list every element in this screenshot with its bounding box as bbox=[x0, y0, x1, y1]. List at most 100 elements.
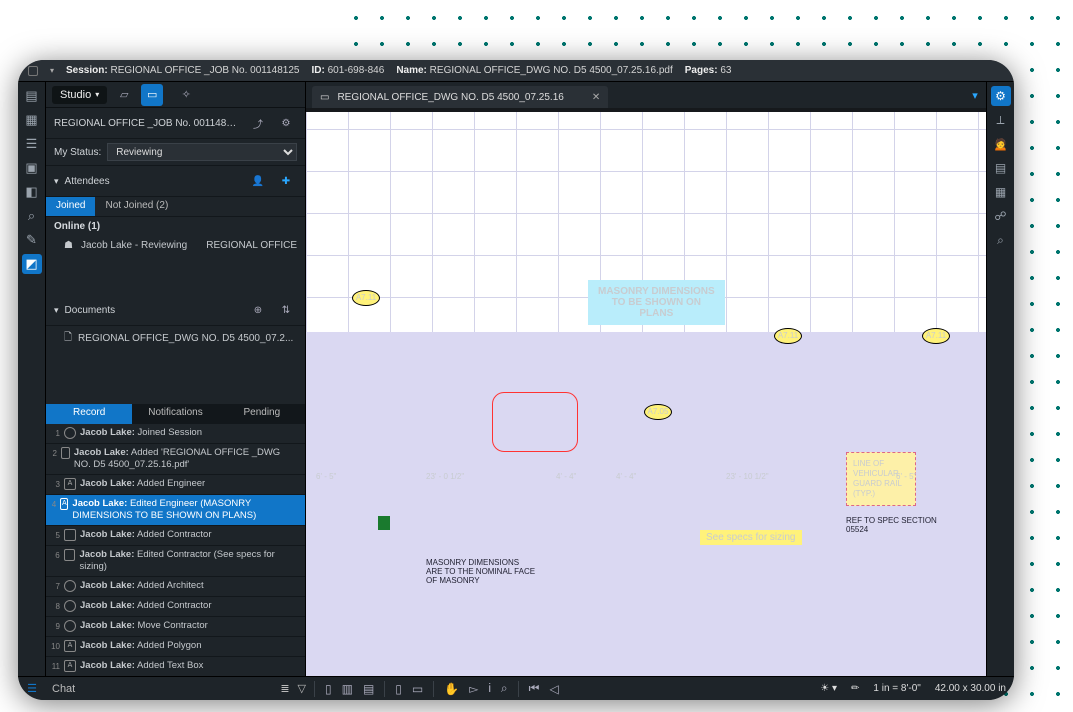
wand-icon[interactable]: ✧ bbox=[175, 84, 197, 106]
split-v-icon[interactable]: ▥ bbox=[342, 682, 353, 696]
markups-list-icon[interactable]: ☰ bbox=[18, 682, 46, 695]
dimmer-icon[interactable]: ☀ ▾ bbox=[820, 683, 837, 694]
spec-callout[interactable]: See specs for sizing bbox=[700, 530, 802, 545]
tab-not-joined[interactable]: Not Joined (2) bbox=[95, 197, 178, 216]
studio-dropdown[interactable]: Studio ▾ bbox=[52, 86, 107, 104]
person-icon: ☗ bbox=[64, 240, 73, 251]
studio-icon[interactable]: ◩ bbox=[22, 254, 42, 274]
record-list[interactable]: 1Jacob Lake: Joined Session2Jacob Lake: … bbox=[46, 424, 305, 676]
unsplit-v-icon[interactable]: ▯ bbox=[395, 682, 402, 696]
page-size-readout: 42.00 x 30.00 in bbox=[935, 683, 1006, 694]
add-doc-icon[interactable]: ⊕ bbox=[247, 299, 269, 321]
ref-note: REF TO SPEC SECTION 05524 bbox=[846, 516, 956, 534]
document-item[interactable]: 🗋 REGIONAL OFFICE_DWG NO. D5 4500_07.2..… bbox=[46, 326, 305, 351]
sticky-note[interactable] bbox=[378, 516, 390, 530]
tab-pending[interactable]: Pending bbox=[219, 404, 305, 424]
zoom-icon[interactable]: ⌕ bbox=[501, 681, 508, 696]
marker-a711-3: A7.11 bbox=[922, 328, 950, 344]
invite-icon[interactable]: ✚ bbox=[275, 170, 297, 192]
pages-label: Pages: bbox=[685, 65, 718, 76]
calibrate-icon[interactable]: ✏ bbox=[851, 683, 859, 694]
name-label: Name: bbox=[396, 65, 427, 76]
record-row[interactable]: 7Jacob Lake: Added Architect bbox=[46, 577, 305, 597]
projects-icon[interactable]: ▱ bbox=[113, 84, 135, 106]
dim-d: 4' - 4" bbox=[616, 472, 636, 481]
forms-icon[interactable]: ✎ bbox=[22, 230, 42, 250]
online-heading: Online (1) bbox=[46, 217, 305, 236]
list-icon[interactable]: ≣ bbox=[280, 682, 289, 695]
first-page-icon[interactable]: ⏮ bbox=[529, 681, 540, 696]
documents-header[interactable]: ▾Documents ⊕ ⇅ bbox=[46, 295, 305, 326]
measure-icon[interactable]: ⟂ bbox=[991, 110, 1011, 130]
record-row[interactable]: 10AJacob Lake: Added Polygon bbox=[46, 637, 305, 657]
studio-panel: Studio ▾ ▱ ▭ ✧ REGIONAL OFFICE _JOB No. … bbox=[46, 82, 306, 676]
viewport[interactable]: MASONRY DIMENSIONS TO BE SHOWN ON PLANS … bbox=[306, 108, 986, 676]
project-name: REGIONAL OFFICE _JOB No. 001148125 - 601… bbox=[54, 118, 241, 129]
record-row[interactable]: 1Jacob Lake: Joined Session bbox=[46, 424, 305, 444]
masonry-callout: MASONRY DIMENSIONS TO BE SHOWN ON PLANS bbox=[588, 280, 725, 325]
dim-e: 23' - 10 1/2" bbox=[726, 472, 769, 481]
right-rail: ⚙ ⟂ 🙍 ▤ ▦ ☍ ⌕ bbox=[986, 82, 1014, 676]
chevron-down-icon[interactable]: ▾ bbox=[50, 66, 54, 75]
record-row[interactable]: 5Jacob Lake: Added Contractor bbox=[46, 526, 305, 546]
single-page-icon[interactable]: ▯ bbox=[325, 682, 332, 696]
gear-icon[interactable]: ⚙ bbox=[991, 86, 1011, 106]
attendees-header[interactable]: ▾Attendees 👤 ✚ bbox=[46, 166, 305, 197]
attendee-tabs: Joined Not Joined (2) bbox=[46, 197, 305, 217]
record-row[interactable]: 8Jacob Lake: Added Contractor bbox=[46, 597, 305, 617]
document-tab[interactable]: ▭ REGIONAL OFFICE_DWG NO. D5 4500_07.25.… bbox=[312, 86, 608, 108]
user-icon[interactable]: 🙍 bbox=[991, 134, 1011, 154]
status-label: My Status: bbox=[54, 147, 101, 158]
record-row[interactable]: 6Jacob Lake: Edited Contractor (See spec… bbox=[46, 546, 305, 577]
scale-readout[interactable]: 1 in = 8'-0" bbox=[873, 683, 920, 694]
doc-icon: 🗋 bbox=[64, 330, 72, 347]
select-icon[interactable]: ▻ bbox=[469, 682, 478, 696]
doc-tab-label: REGIONAL OFFICE_DWG NO. D5 4500_07.25.16 bbox=[337, 92, 563, 103]
record-row[interactable]: 11AJacob Lake: Added Text Box bbox=[46, 657, 305, 676]
select-text-icon[interactable]: Ꭵ bbox=[488, 681, 490, 696]
session-label: Session: bbox=[66, 65, 108, 76]
sort-icon[interactable]: ⇅ bbox=[275, 299, 297, 321]
record-row[interactable]: 4AJacob Lake: Edited Engineer (MASONRY D… bbox=[46, 495, 305, 526]
bookmarks-icon[interactable]: ☰ bbox=[22, 134, 42, 154]
search-icon[interactable]: ⌕ bbox=[22, 206, 42, 226]
record-row[interactable]: 9Jacob Lake: Move Contractor bbox=[46, 617, 305, 637]
search-right-icon[interactable]: ⌕ bbox=[991, 230, 1011, 250]
sets-icon[interactable]: ▣ bbox=[22, 158, 42, 178]
sessions-icon[interactable]: ▭ bbox=[141, 84, 163, 106]
attendee-project: REGIONAL OFFICE bbox=[206, 240, 297, 251]
pan-icon[interactable]: ✋ bbox=[444, 682, 459, 696]
restore-icon[interactable] bbox=[28, 66, 38, 76]
follow-icon[interactable]: 👤 bbox=[247, 170, 269, 192]
app-window: ▾ Session: REGIONAL OFFICE _JOB No. 0011… bbox=[18, 60, 1014, 700]
links-icon[interactable]: ☍ bbox=[991, 206, 1011, 226]
tab-joined[interactable]: Joined bbox=[46, 197, 95, 216]
dim-b: 23' - 0 1/2" bbox=[426, 472, 464, 481]
split-h-icon[interactable]: ▤ bbox=[363, 682, 374, 696]
spaces-icon[interactable]: ▦ bbox=[991, 182, 1011, 202]
tab-notifications[interactable]: Notifications bbox=[132, 404, 218, 424]
record-row[interactable]: 2Jacob Lake: Added 'REGIONAL OFFICE _DWG… bbox=[46, 444, 305, 475]
settings-icon[interactable]: ⚙ bbox=[275, 112, 297, 134]
status-select[interactable]: Reviewing bbox=[107, 143, 297, 161]
thumbnails-icon[interactable]: ▦ bbox=[22, 110, 42, 130]
tab-menu-icon[interactable]: ▾ bbox=[964, 84, 986, 106]
session-value: REGIONAL OFFICE _JOB No. 001148125 bbox=[110, 65, 299, 76]
close-icon[interactable]: ✕ bbox=[592, 92, 600, 103]
attendee-row[interactable]: ☗ Jacob Lake - Reviewing REGIONAL OFFICE bbox=[46, 236, 305, 255]
layers-icon[interactable]: ▤ bbox=[991, 158, 1011, 178]
tab-record[interactable]: Record bbox=[46, 404, 132, 424]
project-row: REGIONAL OFFICE _JOB No. 001148125 - 601… bbox=[46, 108, 305, 139]
chat-label[interactable]: Chat bbox=[52, 683, 75, 695]
id-value: 601-698-846 bbox=[328, 65, 385, 76]
id-label: ID: bbox=[311, 65, 324, 76]
filter-icon[interactable]: ▽ bbox=[298, 682, 306, 695]
file-access-icon[interactable]: ▤ bbox=[22, 86, 42, 106]
unsplit-h-icon[interactable]: ▭ bbox=[412, 682, 423, 696]
record-row[interactable]: 3AJacob Lake: Added Engineer bbox=[46, 475, 305, 495]
cloud-markup[interactable] bbox=[492, 392, 578, 452]
prev-page-icon[interactable]: ◁ bbox=[549, 682, 558, 696]
name-value: REGIONAL OFFICE_DWG NO. D5 4500_07.25.16… bbox=[430, 65, 673, 76]
properties-icon[interactable]: ◧ bbox=[22, 182, 42, 202]
leave-icon[interactable]: ⤴ bbox=[247, 112, 269, 134]
